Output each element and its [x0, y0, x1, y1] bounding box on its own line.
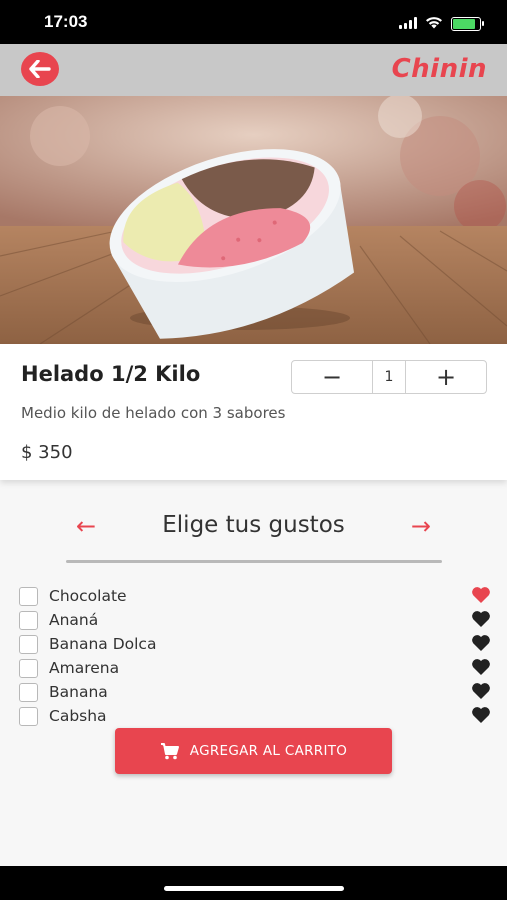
flavor-item: Amarena — [19, 656, 491, 680]
decrement-button[interactable]: − — [292, 362, 372, 392]
flavor-checkbox[interactable] — [19, 706, 38, 726]
add-to-cart-label: AGREGAR AL CARRITO — [189, 743, 348, 759]
flavor-label: Ananá — [49, 611, 99, 629]
increment-button[interactable]: + — [406, 362, 486, 392]
next-arrow-icon[interactable]: → — [411, 512, 431, 540]
flavor-item: Banana Dolca — [19, 632, 491, 656]
quantity-value[interactable]: 1 — [372, 361, 406, 393]
flavor-label: Banana Dolca — [49, 635, 157, 653]
app-screen: Chinin Helado 1/2 Kilo − 1 + Medio kilo … — [0, 44, 507, 866]
heart-icon[interactable] — [471, 586, 491, 604]
flavor-label: Amarena — [49, 659, 120, 677]
status-icons — [399, 14, 484, 33]
product-price: $ 350 — [21, 442, 73, 463]
quantity-stepper: − 1 + — [291, 360, 487, 394]
wifi-icon — [425, 14, 443, 33]
flavor-checkbox[interactable] — [19, 634, 38, 654]
cart-icon — [160, 743, 179, 760]
flavor-label: Cabsha — [49, 707, 107, 725]
header: Chinin — [0, 44, 507, 96]
flavor-checkbox[interactable] — [19, 658, 38, 678]
heart-icon[interactable] — [471, 634, 491, 652]
flavor-nav: ← Elige tus gustos → — [0, 510, 507, 546]
product-name: Helado 1/2 Kilo — [21, 362, 201, 386]
flavor-checkbox[interactable] — [19, 610, 38, 630]
flavor-label: Chocolate — [49, 587, 127, 605]
divider — [66, 560, 442, 563]
heart-icon[interactable] — [471, 658, 491, 676]
heart-icon[interactable] — [471, 682, 491, 700]
status-time: 17:03 — [44, 12, 88, 31]
flavor-list: Chocolate Ananá Banana Dolca Amarena Banana C… — [19, 584, 491, 728]
flavor-checkbox[interactable] — [19, 586, 38, 606]
heart-icon[interactable] — [471, 706, 491, 724]
product-card: Helado 1/2 Kilo − 1 + Medio kilo de hela… — [0, 344, 507, 480]
back-button[interactable] — [21, 52, 59, 86]
status-bar: 17:03 — [0, 0, 507, 44]
flavor-section: ← Elige tus gustos → Chocolate Ananá Banan… — [0, 480, 507, 866]
product-description: Medio kilo de helado con 3 sabores — [21, 404, 286, 422]
home-bar-area — [0, 866, 507, 900]
add-to-cart-button[interactable]: AGREGAR AL CARRITO — [115, 728, 392, 774]
home-indicator[interactable] — [164, 886, 344, 891]
battery-level — [453, 18, 476, 29]
signal-icon — [399, 14, 417, 33]
product-image — [0, 96, 507, 344]
flavor-item: Ananá — [19, 608, 491, 632]
brand-logo: Chinin — [391, 54, 487, 84]
flavor-item: Chocolate — [19, 584, 491, 608]
arrow-left-icon — [29, 60, 51, 78]
heart-icon[interactable] — [471, 610, 491, 628]
flavor-item: Banana — [19, 680, 491, 704]
battery-icon — [451, 16, 484, 31]
flavor-label: Banana — [49, 683, 108, 701]
flavor-checkbox[interactable] — [19, 682, 38, 702]
flavor-item: Cabsha — [19, 704, 491, 728]
